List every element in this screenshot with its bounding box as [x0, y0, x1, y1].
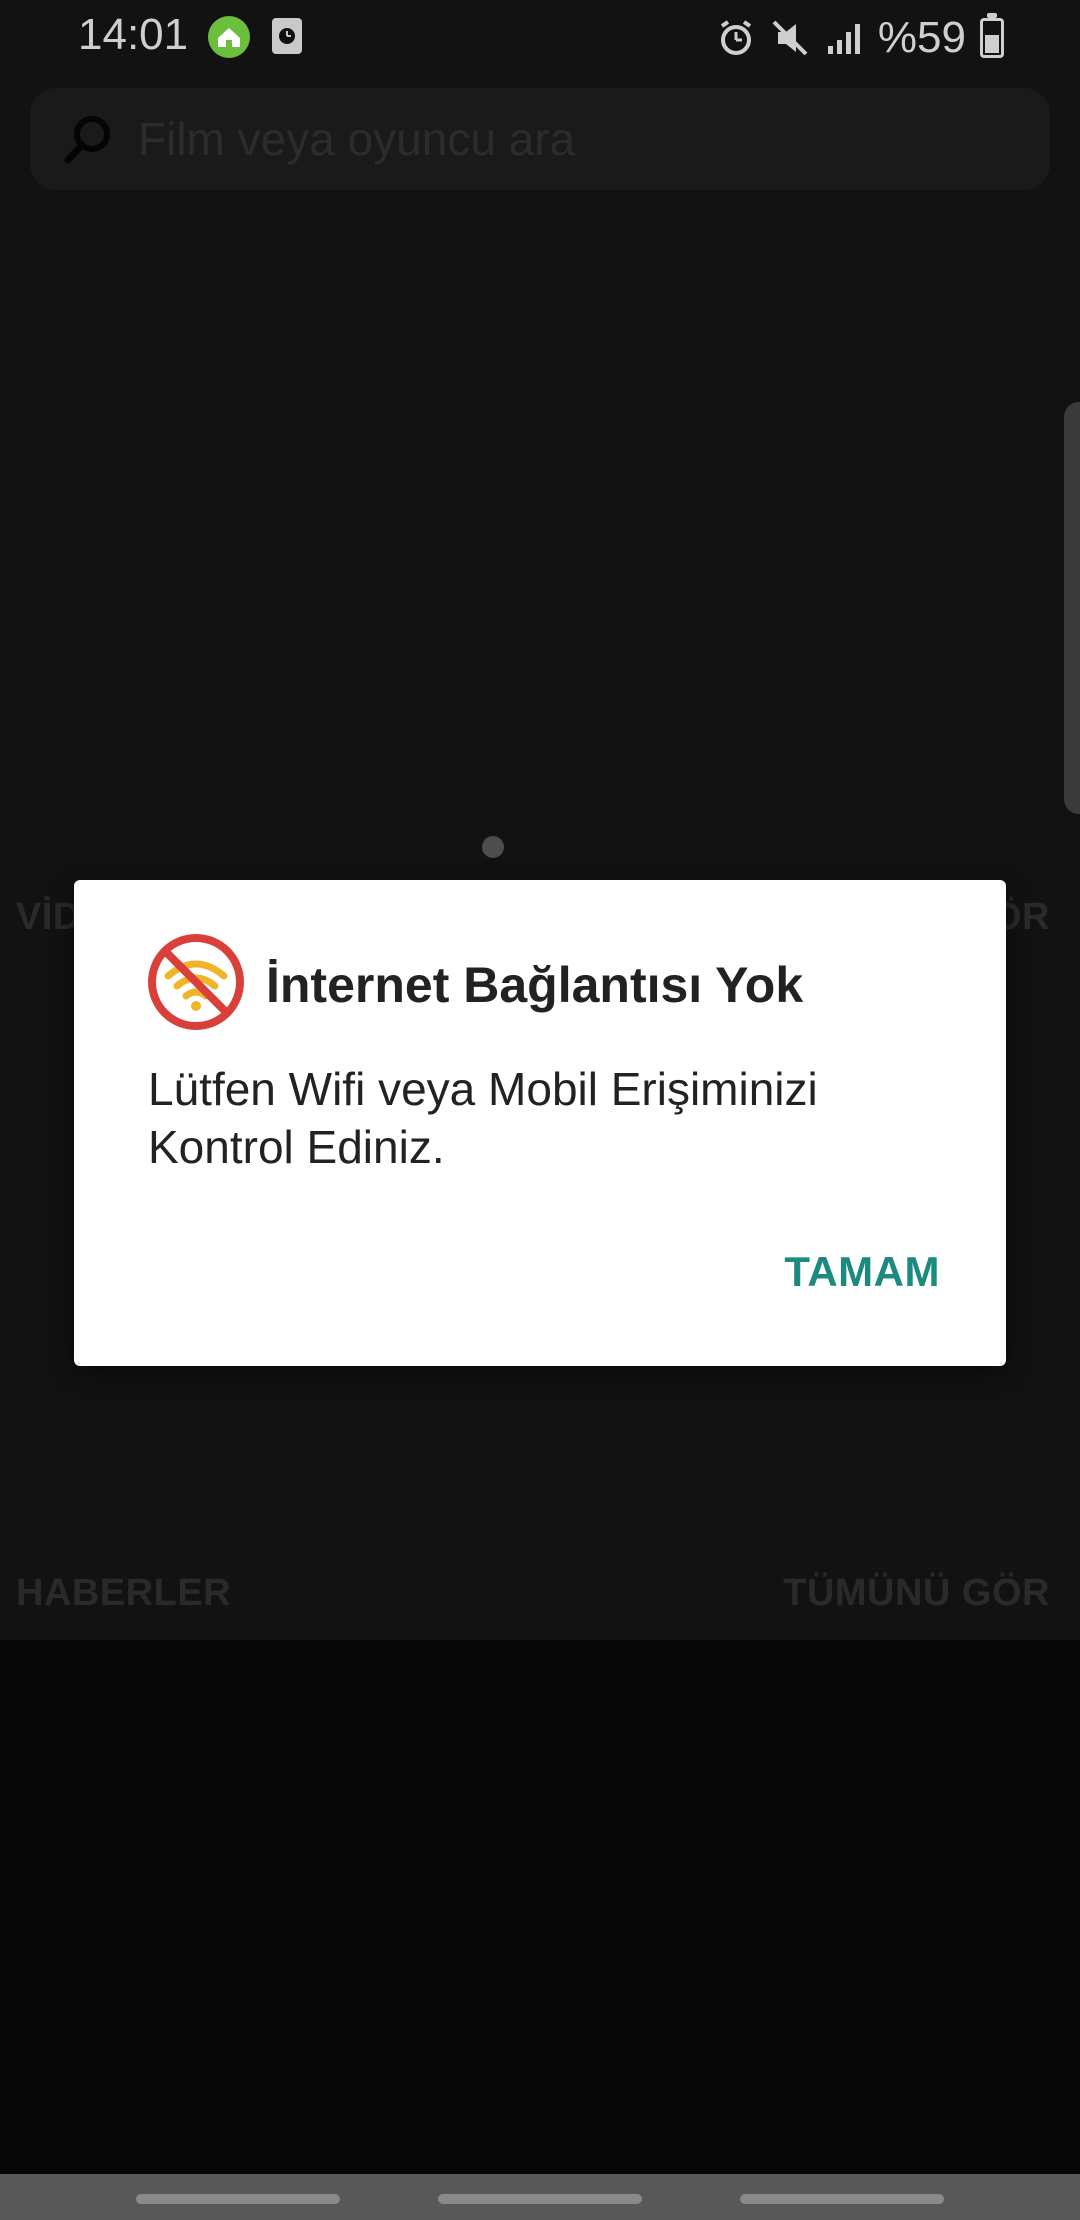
app-background: Film veya oyuncu ara VİDEOLAR TÜMÜNÜ GÖR…: [0, 0, 1080, 1640]
no-internet-dialog: İnternet Bağlantısı Yok Lütfen Wifi veya…: [74, 880, 1006, 1366]
search-icon: [64, 116, 110, 164]
status-time: 14:01: [78, 10, 189, 59]
navigation-bar: [0, 2174, 1080, 2220]
news-section-title: HABERLER: [16, 1572, 232, 1614]
nav-recents-handle[interactable]: [136, 2194, 340, 2204]
battery-charging-icon: [980, 13, 1004, 58]
news-see-all-link[interactable]: TÜMÜNÜ GÖR: [783, 1572, 1050, 1615]
nav-home-handle[interactable]: [438, 2194, 642, 2204]
ok-button[interactable]: TAMAM: [784, 1248, 940, 1296]
search-input[interactable]: Film veya oyuncu ara: [138, 88, 575, 190]
status-bar: 14:01 %59: [0, 0, 1080, 74]
search-bar[interactable]: Film veya oyuncu ara: [30, 88, 1050, 190]
home-app-icon: [208, 16, 250, 58]
dialog-title: İnternet Bağlantısı Yok: [266, 957, 804, 1013]
clock-app-icon: [272, 18, 302, 54]
edge-panel-handle[interactable]: [1064, 402, 1080, 814]
signal-icon: [827, 24, 860, 54]
nav-back-handle[interactable]: [740, 2194, 944, 2204]
alarm-icon: [720, 20, 752, 55]
dialog-message: Lütfen Wifi veya Mobil Erişiminizi Kontr…: [148, 1063, 818, 1173]
status-right-icons: %59: [716, 13, 1004, 62]
no-wifi-icon: [148, 934, 244, 1030]
mute-icon: [772, 20, 808, 56]
carousel-page-indicator: [482, 836, 504, 858]
battery-percentage: %59: [877, 13, 966, 62]
